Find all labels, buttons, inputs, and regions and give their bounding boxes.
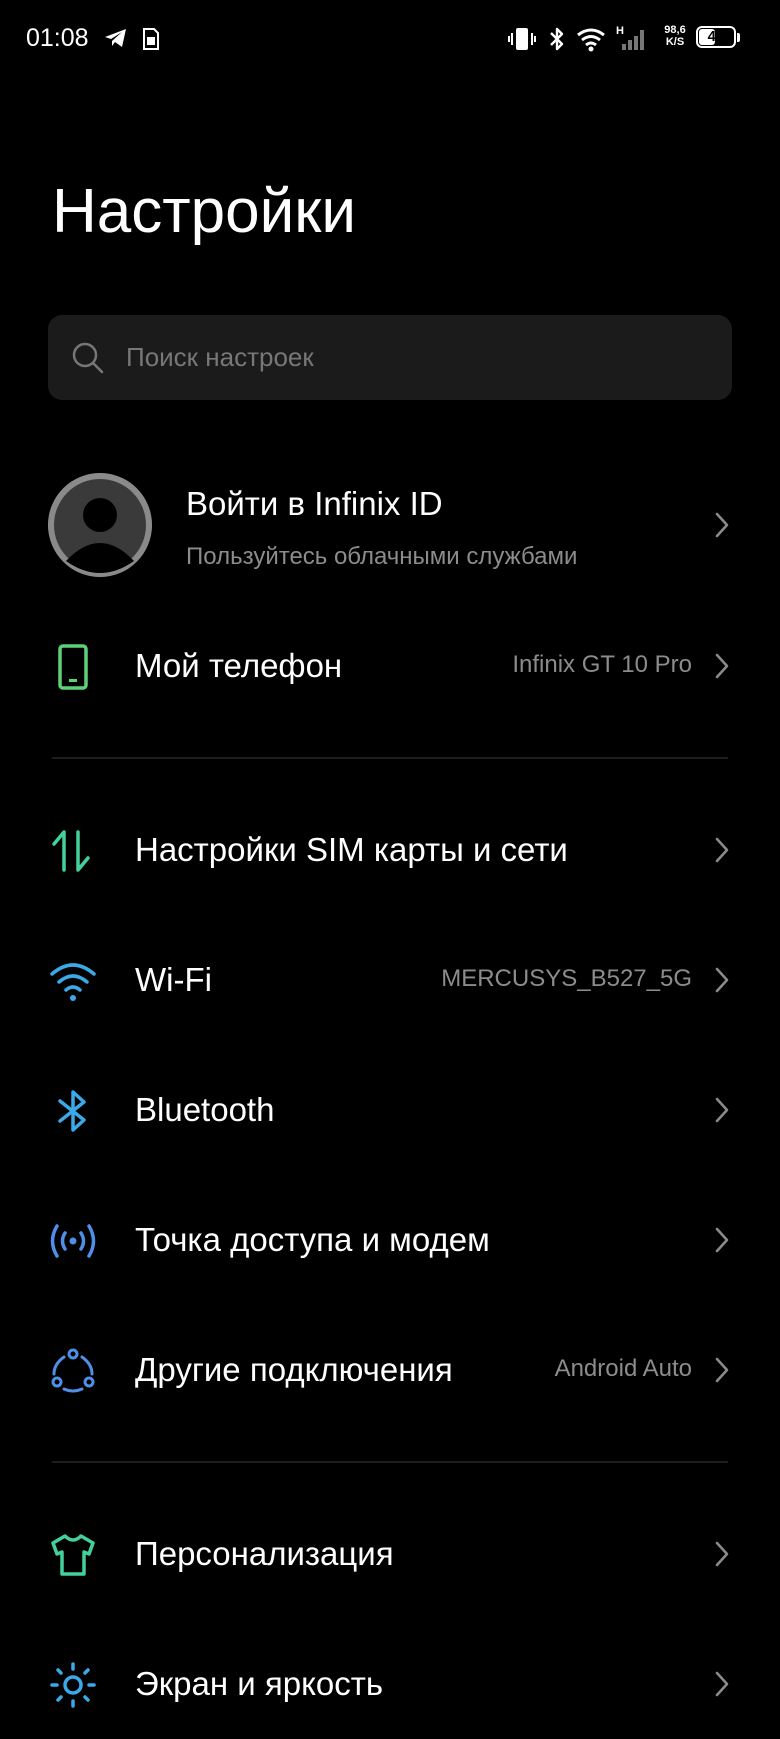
divider (52, 1461, 728, 1463)
chevron-right-icon (715, 653, 729, 679)
settings-item-label: Настройки SIM карты и сети (135, 831, 568, 868)
settings-item-other-connections[interactable]: Другие подключения Android Auto (0, 1315, 780, 1425)
bluetooth-status-icon (550, 27, 564, 51)
chevron-right-icon (715, 512, 729, 538)
settings-item-label: Wi-Fi (135, 961, 212, 998)
chevron-right-icon (715, 1227, 729, 1253)
battery-indicator: 46 (696, 26, 740, 50)
sim-network-icon (52, 830, 90, 872)
chevron-right-icon (715, 1541, 729, 1567)
settings-item-sim-network[interactable]: Настройки SIM карты и сети (0, 795, 780, 905)
brightness-icon (50, 1662, 96, 1708)
settings-item-display-brightness[interactable]: Экран и яркость (0, 1629, 780, 1739)
settings-item-value: Android Auto (554, 1355, 692, 1382)
settings-item-my-phone[interactable]: Мой телефон Infinix GT 10 Pro (0, 611, 780, 721)
settings-item-hotspot[interactable]: Точка доступа и модем (0, 1185, 780, 1295)
settings-item-personalization[interactable]: Персонализация (0, 1499, 780, 1609)
settings-item-value: MERCUSYS_B527_5G (441, 965, 692, 992)
wifi-status-icon (577, 28, 605, 52)
tshirt-icon (51, 1534, 95, 1576)
status-time: 01:08 (26, 24, 89, 52)
search-input[interactable]: Поиск настроек (48, 315, 732, 400)
signal-icon: H (616, 25, 644, 50)
page-title: Настройки (52, 177, 357, 246)
connections-icon (51, 1348, 95, 1393)
search-placeholder: Поиск настроек (126, 342, 314, 372)
chevron-right-icon (715, 837, 729, 863)
settings-item-label: Bluetooth (135, 1091, 275, 1128)
account-title: Войти в Infinix ID (186, 485, 443, 522)
settings-item-label: Точка доступа и модем (135, 1221, 490, 1258)
svg-text:H: H (616, 25, 624, 37)
wifi-icon (50, 963, 96, 1001)
net-speed-unit: K/S (665, 36, 685, 48)
search-icon (72, 342, 104, 374)
divider (52, 757, 728, 759)
avatar (48, 473, 152, 577)
net-speed: 98,6 K/S (659, 24, 691, 48)
account-row[interactable]: Войти в Infinix ID Пользуйтесь облачными… (0, 465, 780, 585)
bluetooth-icon (58, 1090, 86, 1132)
chevron-right-icon (715, 1671, 729, 1697)
settings-item-value: Infinix GT 10 Pro (512, 651, 692, 678)
net-speed-value: 98,6 (664, 24, 686, 36)
telegram-icon (105, 29, 126, 47)
chevron-right-icon (715, 1357, 729, 1383)
settings-item-label: Другие подключения (135, 1351, 453, 1388)
settings-item-bluetooth[interactable]: Bluetooth (0, 1055, 780, 1165)
user-avatar-icon (48, 473, 152, 577)
battery-level: 46 (707, 28, 725, 45)
account-subtitle: Пользуйтесь облачными службами (186, 543, 578, 570)
settings-item-label: Мой телефон (135, 647, 343, 684)
status-bar: 01:08 H 98,6 K/S 46 (0, 0, 780, 80)
chevron-right-icon (715, 1097, 729, 1123)
hotspot-icon (50, 1224, 96, 1258)
settings-item-wifi[interactable]: Wi-Fi MERCUSYS_B527_5G (0, 925, 780, 1035)
vibrate-icon (508, 28, 536, 50)
settings-item-label: Экран и яркость (135, 1665, 384, 1702)
notification-sim-icon (143, 28, 159, 50)
phone-icon (58, 644, 88, 690)
chevron-right-icon (715, 967, 729, 993)
settings-item-label: Персонализация (135, 1535, 394, 1572)
